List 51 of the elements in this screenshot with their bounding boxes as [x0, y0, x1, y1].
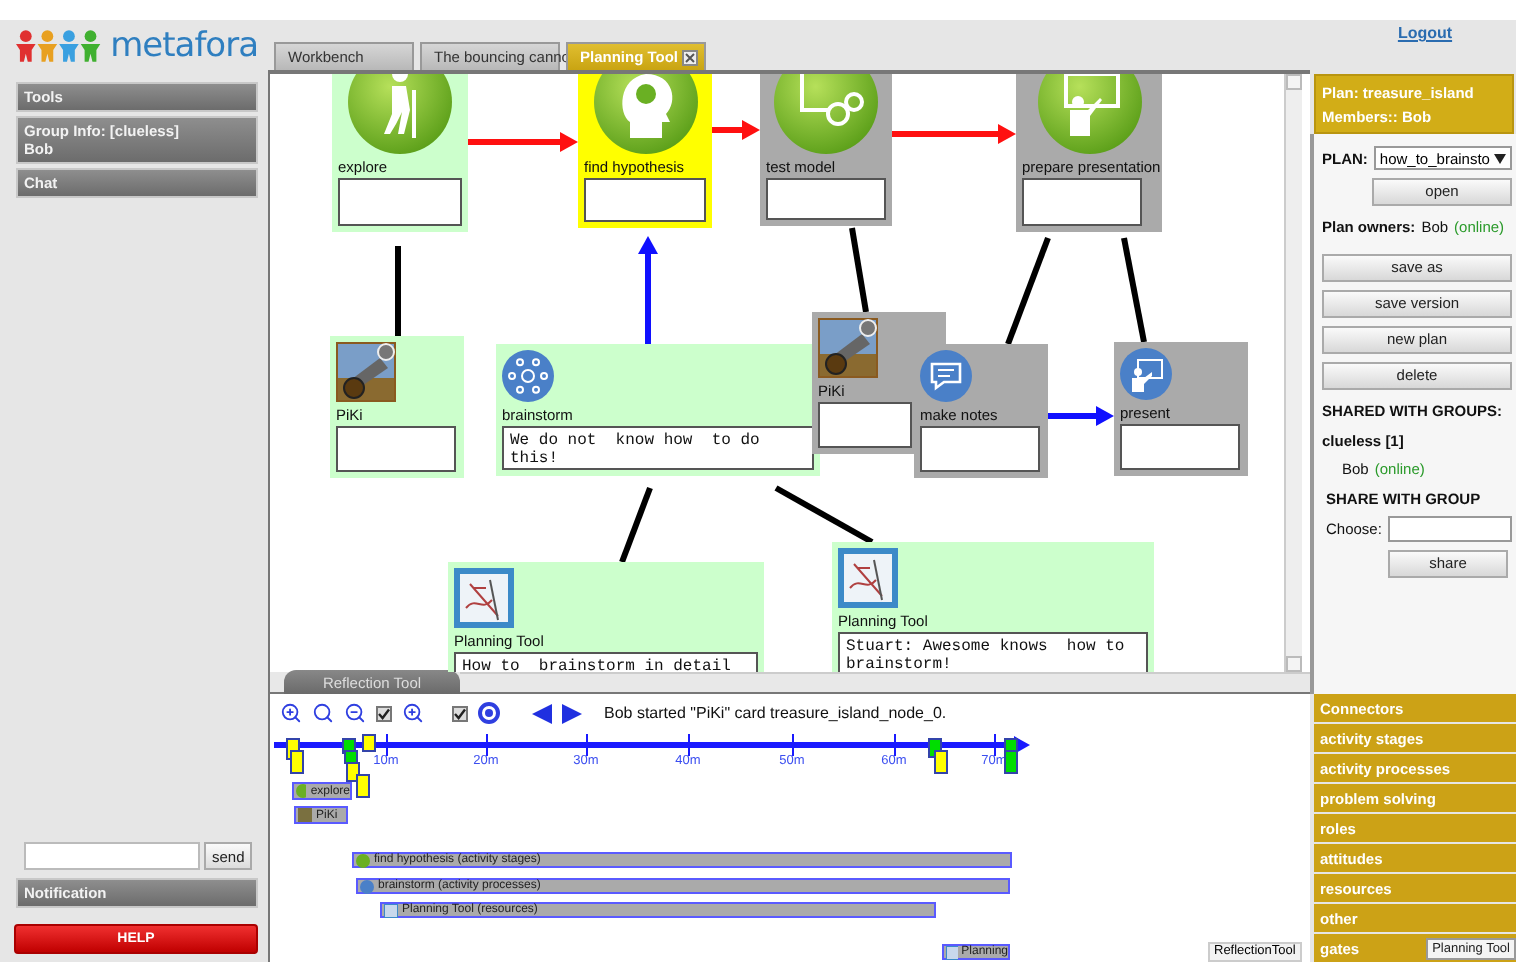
chat-input[interactable] [24, 842, 200, 870]
event-marker[interactable] [362, 734, 376, 752]
event-marker[interactable] [356, 774, 370, 798]
link-line [1121, 237, 1147, 343]
arrow-connector [1048, 406, 1114, 426]
sketch-icon [454, 568, 514, 628]
dropdown-caret-icon[interactable] [1494, 153, 1506, 163]
arrow-connector [892, 124, 1016, 144]
zoom-icon[interactable] [312, 702, 334, 724]
checkbox[interactable] [376, 705, 392, 721]
group-input[interactable] [1387, 516, 1512, 542]
link-line [395, 246, 401, 336]
zoom-in-icon[interactable] [402, 702, 424, 724]
event-marker[interactable] [1004, 750, 1018, 774]
note-field[interactable]: We do not know how to do this! [502, 426, 814, 470]
event-marker[interactable] [934, 750, 948, 774]
link-line [619, 486, 653, 564]
close-icon[interactable] [682, 49, 698, 65]
logo-text: metafora [110, 29, 258, 63]
arrow-connector [638, 236, 658, 344]
note-field[interactable]: Stuart: Awesome knows how to brainstorm! [838, 632, 1148, 672]
network-icon [502, 350, 554, 402]
link-line [774, 485, 874, 545]
arrow-connector [468, 132, 578, 152]
logout-link[interactable]: Logout [1397, 24, 1453, 44]
note-field[interactable] [584, 178, 706, 222]
next-icon[interactable] [562, 703, 582, 723]
status-text: Bob started "PiKi" card treasure_island_node_0. [604, 704, 947, 722]
note-field[interactable] [920, 426, 1040, 472]
note-field[interactable] [336, 426, 456, 472]
previous-icon[interactable] [532, 703, 552, 723]
speech-bubble-icon [920, 350, 972, 402]
event-icon [946, 945, 958, 959]
checkbox[interactable] [452, 705, 468, 721]
sketch-icon [838, 548, 898, 608]
note-field[interactable] [1022, 178, 1142, 226]
zoom-in-icon[interactable] [280, 702, 302, 724]
presenter-icon [1120, 348, 1172, 400]
note-field[interactable] [338, 178, 462, 226]
cannon-icon [818, 318, 878, 378]
cannon-icon [336, 342, 396, 402]
event-marker[interactable] [290, 750, 304, 774]
note-field[interactable] [766, 178, 886, 220]
link-line [849, 227, 869, 313]
note-field[interactable] [818, 402, 912, 448]
zoom-out-icon[interactable] [344, 702, 366, 724]
note-field[interactable]: How to brainstorm in detail [454, 652, 758, 672]
link-line [1005, 236, 1051, 346]
target-icon[interactable] [478, 702, 500, 724]
note-field[interactable] [1120, 424, 1240, 470]
arrow-connector [712, 120, 760, 140]
